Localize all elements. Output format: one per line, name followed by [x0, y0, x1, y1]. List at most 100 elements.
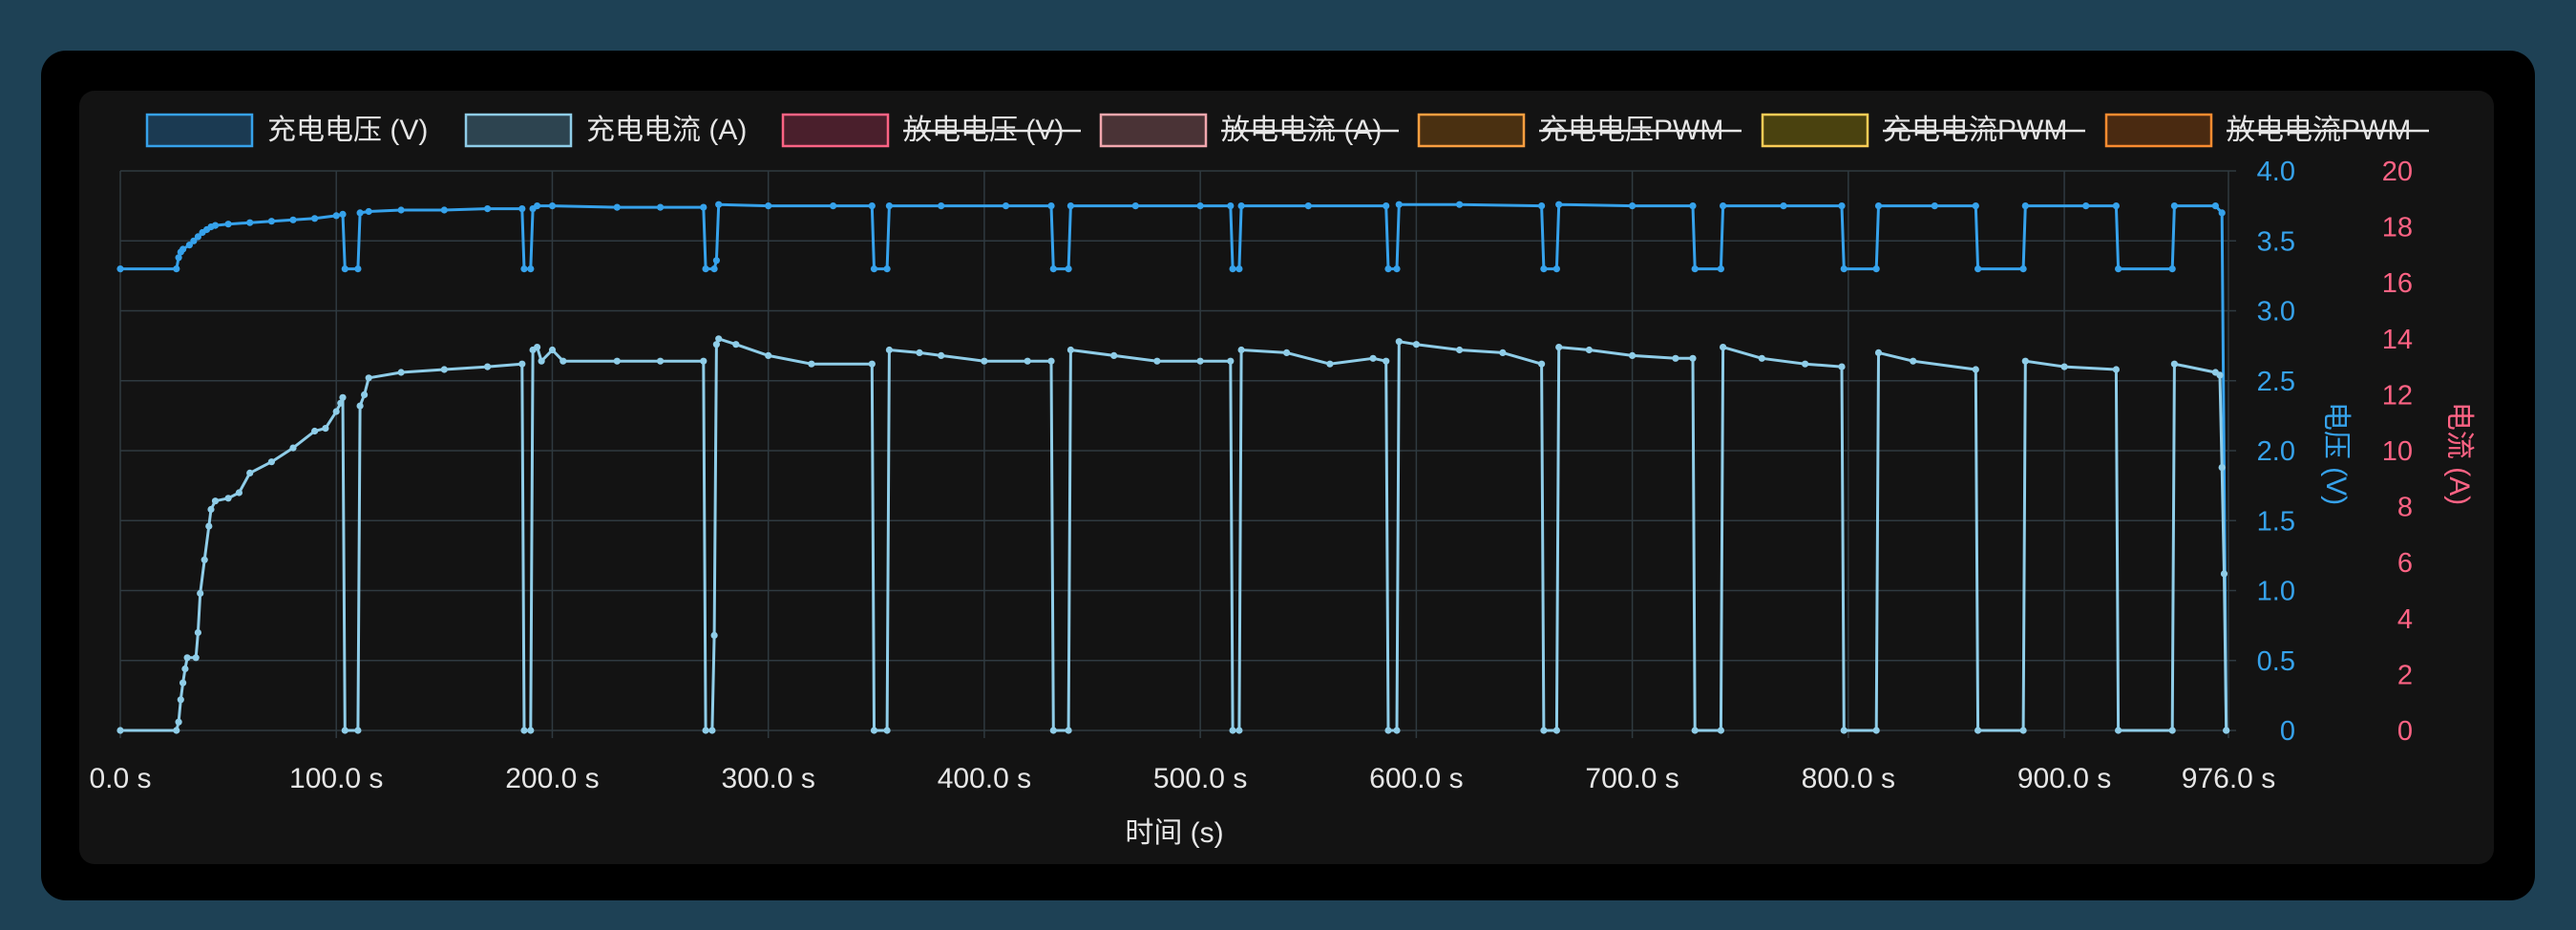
legend-swatch [1761, 113, 1869, 148]
data-point [332, 408, 340, 415]
legend-swatch [1099, 113, 1208, 148]
data-point [1049, 727, 1057, 734]
data-point [2168, 727, 2176, 734]
data-point [1874, 349, 1883, 356]
data-point [1874, 202, 1883, 210]
legend-swatch [464, 113, 573, 148]
data-point [765, 202, 772, 210]
data-point [1227, 202, 1235, 210]
data-point [1024, 357, 1031, 365]
data-point [1047, 202, 1055, 210]
data-point [440, 206, 448, 214]
data-point [712, 257, 721, 264]
data-point [613, 203, 621, 211]
data-point [1691, 265, 1699, 273]
data-point [710, 631, 718, 640]
data-point [702, 727, 709, 734]
data-point [708, 727, 716, 734]
data-point [2223, 727, 2230, 734]
data-point [2112, 202, 2120, 210]
data-point [1229, 265, 1236, 273]
legend-item-2[interactable]: 充电电流 (A) [464, 113, 747, 148]
data-point [1066, 346, 1074, 354]
data-point [1047, 357, 1055, 365]
data-point [211, 222, 220, 229]
data-point [1196, 357, 1204, 365]
right-y-tick-label: 16 [2382, 268, 2413, 299]
data-point [289, 444, 297, 452]
data-point [1384, 727, 1392, 734]
data-point [885, 202, 894, 210]
data-point [2021, 202, 2029, 210]
data-point [1383, 357, 1390, 365]
left-y-tick-label: 3.0 [2257, 297, 2295, 328]
data-point [175, 718, 182, 726]
data-point [1237, 346, 1245, 354]
x-tick-label: 100.0 s [289, 763, 383, 794]
data-point [354, 265, 362, 273]
data-point [1002, 202, 1010, 210]
data-point [2115, 265, 2122, 273]
data-point [870, 265, 878, 273]
data-point [207, 505, 215, 514]
data-point [1972, 366, 1979, 373]
data-point [1720, 202, 1727, 210]
right-y-tick-label: 0 [2397, 716, 2413, 747]
data-point [1717, 727, 1724, 734]
data-point [808, 360, 815, 368]
data-point [267, 218, 275, 225]
data-point [830, 202, 837, 210]
data-point [1689, 354, 1697, 362]
data-point [1758, 354, 1765, 362]
data-point [520, 727, 528, 734]
data-point [1555, 201, 1563, 208]
data-point [534, 202, 541, 210]
grid [119, 170, 2236, 738]
data-point [1229, 727, 1236, 734]
data-point [527, 265, 535, 273]
x-tick-label: 900.0 s [2017, 763, 2111, 794]
series-layer [116, 201, 2230, 734]
data-point [657, 357, 665, 365]
data-point [1872, 265, 1880, 273]
left-y-tick-label: 1.0 [2257, 577, 2295, 607]
data-point [1538, 202, 1546, 210]
data-point [246, 219, 254, 226]
data-point [1227, 357, 1235, 365]
data-point [870, 727, 878, 734]
data-point [397, 369, 405, 376]
data-point [1840, 265, 1848, 273]
data-point [116, 727, 124, 734]
data-point [311, 215, 319, 222]
data-point [1065, 727, 1072, 734]
data-point [339, 393, 347, 401]
data-point [2170, 202, 2178, 210]
data-point [235, 489, 243, 497]
data-point [289, 216, 297, 223]
data-point [700, 203, 707, 211]
legend-item-5[interactable]: 充电电压PWM [1417, 113, 1742, 148]
data-point [341, 265, 348, 273]
data-point [1972, 202, 1979, 210]
data-point [518, 360, 526, 368]
data-point [1552, 265, 1560, 273]
series-line [120, 337, 2228, 732]
legend-item-7[interactable]: 放电电流PWM [2104, 113, 2429, 148]
x-tick-label: 400.0 s [938, 763, 1031, 794]
data-point [1910, 357, 1917, 365]
data-point [1689, 202, 1697, 210]
data-point [1555, 344, 1563, 351]
data-point [1395, 201, 1403, 208]
legend-item-3[interactable]: 放电电压 (V) [781, 113, 1081, 148]
data-point [1393, 265, 1401, 273]
data-point [2019, 727, 2027, 734]
legend-item-4[interactable]: 放电电流 (A) [1099, 113, 1399, 148]
data-point [440, 366, 448, 373]
legend-item-6[interactable]: 充电电流PWM [1761, 113, 2085, 148]
data-point [183, 654, 191, 662]
legend-swatch [145, 113, 254, 148]
right-y-tick-label: 2 [2397, 660, 2413, 690]
legend-item-1[interactable]: 充电电压 (V) [145, 113, 428, 148]
data-point [715, 335, 723, 343]
legend-swatch [2104, 113, 2213, 148]
